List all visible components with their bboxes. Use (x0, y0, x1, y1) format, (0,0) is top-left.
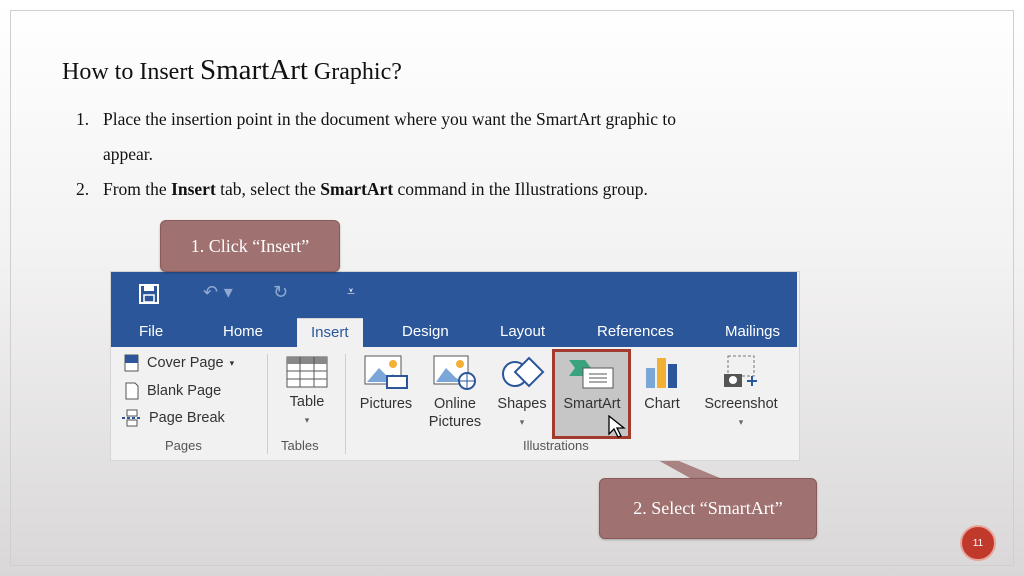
screenshot-button[interactable]: Screenshot ▾ (695, 354, 787, 431)
smartart-label: SmartArt (563, 396, 621, 412)
tab-layout[interactable]: Layout (500, 318, 545, 347)
cover-page-button[interactable]: Cover Page ▾ (123, 354, 234, 372)
table-icon (286, 356, 328, 388)
callout-select-smartart: 2. Select “SmartArt” (599, 478, 817, 539)
tab-design[interactable]: Design (402, 318, 449, 347)
screenshot-label: Screenshot (704, 396, 778, 412)
group-separator (345, 354, 346, 454)
screenshot-icon (724, 355, 757, 387)
pictures-icon (364, 355, 408, 389)
group-label-illustrations: Illustrations (523, 438, 589, 453)
chart-icon (646, 358, 677, 388)
table-button[interactable]: Table ▾ (283, 356, 331, 429)
callout2-text: 2. Select “SmartArt” (633, 498, 783, 518)
tab-mailings[interactable]: Mailings (725, 318, 780, 347)
step-text: Place the insertion point in the documen… (103, 109, 676, 129)
pictures-label: Pictures (359, 396, 413, 412)
word-ribbon-screenshot: ↶ ▾ ↻ ⩡ File Home Insert Design Layout R… (110, 271, 800, 461)
ribbon-tabs: File Home Insert Design Layout Reference… (111, 318, 797, 347)
step-2: 2. From the Insert tab, select the Smart… (76, 172, 876, 207)
callout1-text: 1. Click “Insert” (190, 235, 310, 256)
step-number: 1. (76, 109, 90, 129)
online-pictures-label-2: Pictures (428, 414, 482, 430)
table-label: Table (289, 394, 325, 410)
title-smartart: SmartArt (199, 54, 308, 86)
tab-home[interactable]: Home (223, 318, 263, 347)
tab-file[interactable]: File (139, 318, 163, 347)
quick-access-toolbar: ↶ ▾ ↻ ⩡ (111, 272, 797, 318)
page-break-button[interactable]: Page Break (121, 409, 225, 427)
pictures-button[interactable]: Pictures (353, 354, 419, 413)
cover-page-icon (124, 354, 139, 372)
blank-page-button[interactable]: Blank Page (123, 382, 221, 400)
smartart-icon (569, 360, 614, 389)
undo-icon[interactable]: ↶ ▾ (203, 282, 233, 303)
blank-page-label: Blank Page (147, 383, 222, 399)
smartart-button[interactable]: SmartArt (555, 354, 629, 413)
bold-insert: Insert (171, 179, 216, 199)
step-1-cont: appear. (76, 137, 876, 172)
blank-page-icon (125, 382, 139, 400)
online-pictures-label-1: Online (434, 396, 476, 412)
step-text: appear. (103, 144, 154, 164)
group-label-tables: Tables (281, 438, 319, 453)
chart-button[interactable]: Chart (635, 354, 689, 413)
bold-smartart: SmartArt (320, 179, 394, 199)
step-1: 1. Place the insertion point in the docu… (76, 102, 876, 137)
tab-references[interactable]: References (597, 318, 674, 347)
chart-label: Chart (644, 396, 680, 412)
step-number: 2. (76, 179, 90, 199)
shapes-button[interactable]: Shapes ▾ (491, 354, 553, 431)
redo-icon[interactable]: ↻ (273, 282, 288, 303)
group-separator (267, 354, 268, 454)
group-label-pages: Pages (165, 438, 202, 453)
page-number-badge: 11 (960, 525, 996, 561)
page-break-icon (122, 409, 142, 427)
page-break-label: Page Break (149, 410, 225, 426)
title-part: Graphic? (313, 59, 402, 85)
tab-insert[interactable]: Insert (297, 318, 363, 347)
slide-title: How to Insert SmartArt Graphic? (62, 54, 402, 87)
steps-list: 1. Place the insertion point in the docu… (76, 102, 876, 207)
title-part: How to Insert (62, 59, 194, 85)
step-text: From the Insert tab, select the SmartArt… (103, 179, 648, 199)
save-icon[interactable] (139, 284, 159, 309)
shapes-label: Shapes (497, 396, 547, 412)
online-pictures-icon (433, 355, 476, 390)
customize-qat-icon[interactable]: ⩡ (347, 284, 355, 300)
cover-page-label: Cover Page (147, 355, 224, 371)
callout-click-insert: 1. Click “Insert” (160, 220, 340, 272)
online-pictures-button[interactable]: Online Pictures (423, 354, 487, 431)
shapes-icon (502, 356, 545, 388)
page-number: 11 (972, 537, 984, 549)
mouse-cursor-icon (608, 415, 626, 438)
